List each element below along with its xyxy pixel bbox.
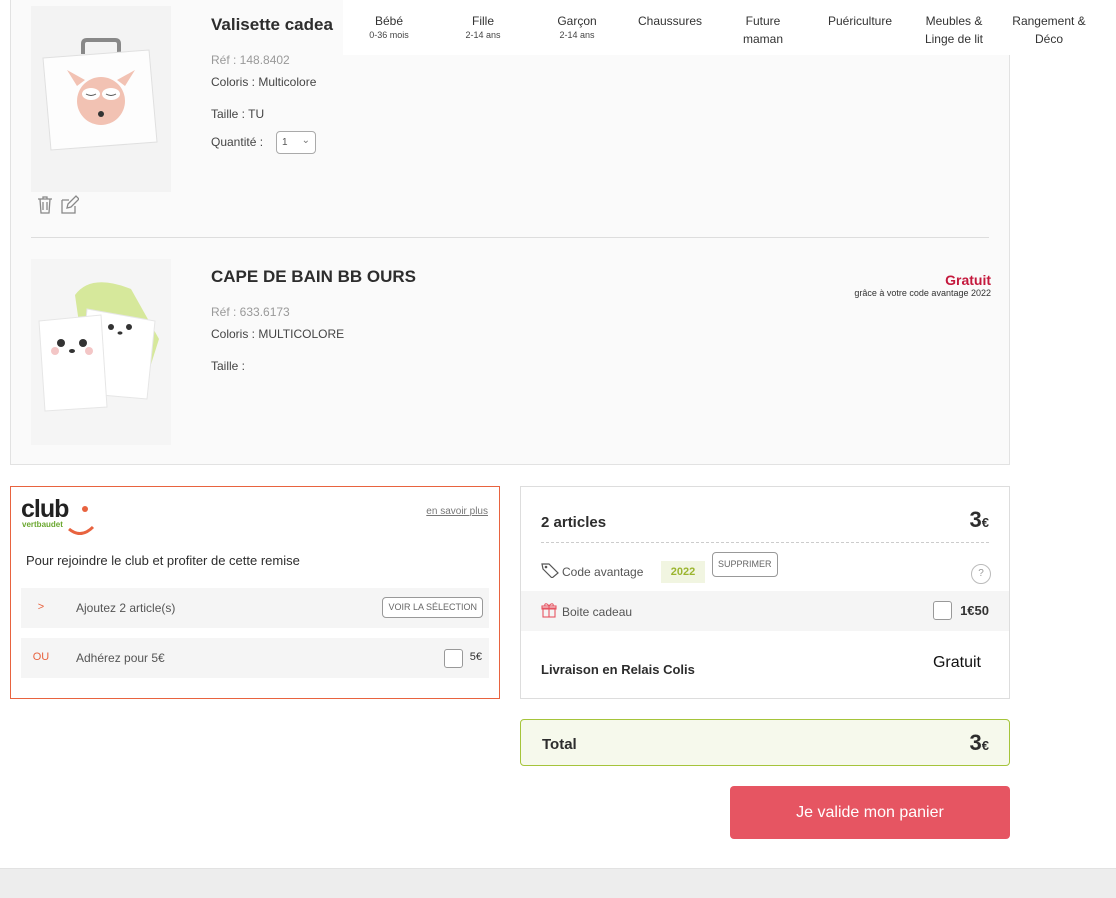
free-price-label: Gratuit (945, 272, 991, 288)
club-offer-box: club vertbaudet en savoir plus Pour rejo… (10, 486, 500, 699)
quantity-label: Quantité : (211, 135, 264, 149)
tag-icon (541, 562, 559, 583)
nav-item-meubles[interactable]: Meubles & Linge de lit (915, 12, 993, 48)
club-price: 5€ (469, 651, 482, 663)
club-option-text: Ajoutez 2 article(s) (76, 601, 176, 615)
order-total: Total 3€ (520, 719, 1010, 766)
learn-more-link[interactable]: en savoir plus (426, 506, 488, 517)
shipping-value: Gratuit (932, 654, 981, 671)
gift-box-label: Boite cadeau (562, 605, 633, 619)
gift-icon (541, 602, 557, 623)
order-summary: 2 articles 3€ Code avantage 2022 SUPPRIM… (520, 486, 1010, 699)
nav-item-garcon[interactable]: Garçon 2-14 ans (537, 12, 617, 41)
footer (0, 868, 1116, 898)
currency: € (981, 738, 989, 753)
subtotal: 3€ (970, 507, 989, 533)
nav-sublabel: 2-14 ans (465, 30, 501, 40)
join-club-checkbox[interactable] (444, 649, 463, 668)
gift-box-row: Boite cadeau 1€50 (521, 591, 1009, 631)
nav-sublabel: 2-14 ans (559, 30, 595, 40)
shipping-label: Livraison en Relais Colis (541, 662, 695, 677)
product-color: Coloris : MULTICOLORE (211, 327, 345, 341)
nav-label: Rangement & Déco (1012, 14, 1086, 46)
product-color: Coloris : Multicolore (211, 75, 317, 89)
quantity-select[interactable]: 1 ⌄ (276, 131, 316, 154)
nav-item-rangement[interactable]: Rangement & Déco (1007, 12, 1091, 48)
nav-label: Chaussures (637, 14, 703, 28)
promo-code-badge: 2022 (661, 561, 705, 583)
remove-code-button[interactable]: SUPPRIMER (712, 552, 778, 577)
chevron-right-icon: > (37, 601, 45, 613)
cart-items-panel: Valisette cadea Réf : 148.8402 Coloris :… (10, 0, 1010, 465)
summary-divider (541, 542, 989, 543)
product-size: Taille : TU (211, 107, 265, 121)
nav-label: Puériculture (827, 14, 893, 28)
delete-icon[interactable] (35, 195, 55, 215)
article-count: 2 articles (541, 514, 607, 531)
gift-box-price: 1€50 (960, 603, 989, 618)
product-title[interactable]: Valisette cadea (211, 15, 333, 35)
edit-icon[interactable] (59, 195, 80, 215)
product-size: Taille : (211, 359, 246, 373)
club-option-join: OU Adhérez pour 5€ 5€ (21, 638, 489, 678)
help-icon[interactable]: ? (971, 564, 991, 584)
quantity-value: 1 (282, 137, 288, 148)
free-price: Gratuit grâce à votre code avantage 2022 (851, 272, 991, 298)
club-intro: Pour rejoindre le club et profiter de ce… (26, 553, 300, 568)
promo-code-label: Code avantage (562, 565, 644, 579)
promo-code-row: Code avantage 2022 SUPPRIMER ? (541, 552, 991, 589)
cart-item: CAPE DE BAIN BB OURS Réf : 633.6173 Colo… (11, 238, 1011, 464)
gift-box-checkbox[interactable] (933, 601, 952, 620)
nav-item-future-maman[interactable]: Future maman (733, 12, 793, 48)
total-amount: 3€ (970, 730, 989, 756)
product-ref: Réf : 633.6173 (211, 305, 290, 319)
nav-label: Garçon (557, 14, 597, 28)
total-label: Total (542, 736, 577, 753)
club-logo: club vertbaudet (21, 493, 101, 535)
svg-text:club: club (21, 495, 69, 523)
total-value: 3 (969, 730, 982, 755)
nav-label: Fille (471, 14, 494, 28)
nav-label: Meubles & Linge de lit (924, 14, 984, 46)
nav-sublabel: 0-36 mois (369, 30, 409, 40)
or-label: OU (32, 651, 50, 663)
product-title[interactable]: CAPE DE BAIN BB OURS (211, 267, 416, 287)
main-nav: Bébé 0-36 mois Fille 2-14 ans Garçon 2-1… (343, 0, 1116, 55)
svg-text:vertbaudet: vertbaudet (22, 520, 63, 529)
view-selection-button[interactable]: VOIR LA SÉLECTION (382, 597, 483, 618)
chevron-down-icon: ⌄ (301, 135, 310, 146)
product-ref: Réf : 148.8402 (211, 53, 290, 67)
nav-item-chaussures[interactable]: Chaussures (628, 12, 712, 30)
cart-page: Valisette cadea Réf : 148.8402 Coloris :… (0, 0, 1116, 898)
validate-cart-button[interactable]: Je valide mon panier (730, 786, 1010, 839)
subtotal-amount: 3 (969, 507, 982, 532)
nav-item-puericulture[interactable]: Puériculture (818, 12, 902, 30)
club-option-text: Adhérez pour 5€ (76, 651, 165, 665)
nav-label: Bébé (374, 14, 404, 28)
nav-item-fille[interactable]: Fille 2-14 ans (443, 12, 523, 41)
nav-item-bebe[interactable]: Bébé 0-36 mois (349, 12, 429, 41)
nav-label: Future maman (742, 14, 783, 46)
free-price-note: grâce à votre code avantage 2022 (854, 288, 991, 298)
club-option-add-items: > Ajoutez 2 article(s) VOIR LA SÉLECTION (21, 588, 489, 628)
product-image-valisette[interactable] (31, 6, 171, 192)
currency: € (981, 515, 989, 530)
product-image-cape-de-bain[interactable] (31, 259, 171, 445)
